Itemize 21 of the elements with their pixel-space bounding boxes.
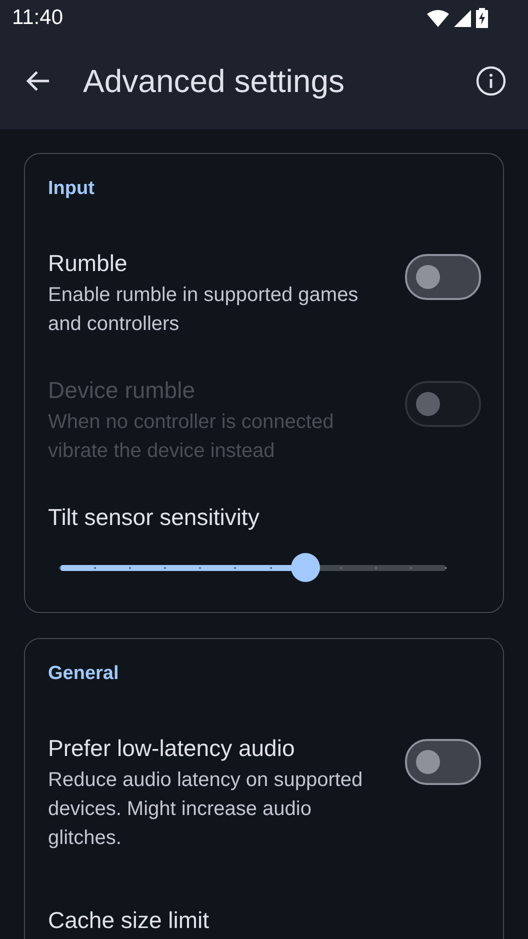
toggle-switch[interactable] (405, 739, 481, 785)
info-button[interactable] (476, 66, 506, 96)
status-time: 11:40 (12, 6, 63, 30)
slider-thumb[interactable] (290, 553, 320, 582)
section-header: General (48, 663, 120, 685)
battery-icon (476, 8, 488, 28)
back-button[interactable] (25, 70, 51, 92)
section-header: Input (48, 178, 96, 200)
setting-title: Cache size limit (48, 907, 210, 933)
setting-description: Reduce audio latency on supported devices. Might increase audio glitches. (48, 768, 364, 851)
setting-title: Tilt sensor sensitivity (48, 504, 260, 531)
signal-icon (454, 10, 471, 26)
setting-title: Rumble (48, 250, 128, 277)
slider[interactable] (60, 553, 446, 582)
screen-title: Advanced settings (83, 62, 346, 100)
setting-description: When no controller is connected vibrate the device instead (48, 410, 335, 464)
wifi-icon (427, 10, 449, 26)
setting-title: Prefer low-latency audio (48, 735, 296, 762)
setting-title: Device rumble (48, 377, 196, 404)
setting-description: Enable rumble in supported games and controllers (48, 283, 360, 337)
toggle-switch[interactable] (405, 254, 481, 300)
